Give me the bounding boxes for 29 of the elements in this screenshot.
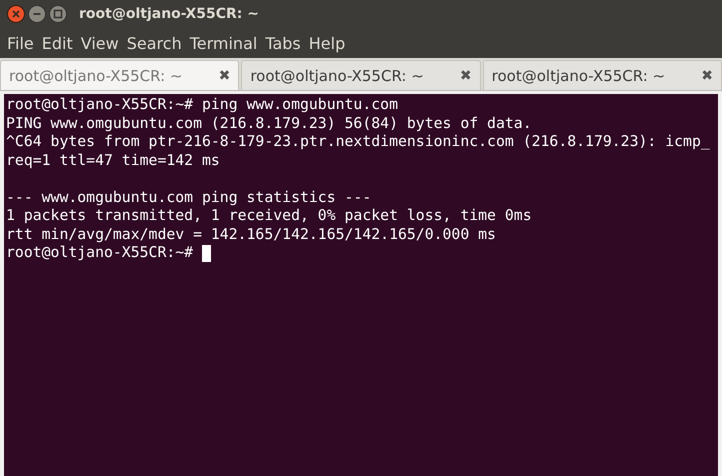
- terminal-prompt: root@oltjano-X55CR:~#: [6, 244, 194, 262]
- tab[interactable]: root@oltjano-X55CR: ~ ✖: [0, 60, 240, 90]
- terminal-line: --- www.omgubuntu.com ping statistics ---: [6, 188, 372, 207]
- terminal-line: root@oltjano-X55CR:~# ping www.omgubuntu.com: [6, 96, 398, 114]
- tab-label: root@oltjano-X55CR: ~: [492, 66, 666, 84]
- tab-label: root@oltjano-X55CR: ~: [250, 66, 424, 84]
- tab[interactable]: root@oltjano-X55CR: ~ ✖: [241, 60, 481, 90]
- terminal-line: PING www.omgubuntu.com (216.8.179.23) 56(84) bytes of data.: [6, 114, 532, 133]
- menu-item[interactable]: Tabs: [261, 34, 305, 52]
- window-title: root@oltjano-X55CR: ~: [79, 6, 259, 22]
- terminal-line: req=1 ttl=47 time=142 ms: [6, 152, 220, 170]
- menu-item[interactable]: Terminal: [186, 34, 262, 52]
- menu-item[interactable]: Help: [304, 34, 350, 52]
- close-icon[interactable]: [7, 5, 25, 23]
- maximize-icon[interactable]: [49, 5, 67, 23]
- menu-item[interactable]: View: [76, 34, 123, 52]
- menu-item[interactable]: Edit: [38, 34, 77, 52]
- menu-item[interactable]: Search: [122, 34, 186, 52]
- text-cursor: [202, 244, 212, 262]
- close-icon[interactable]: ✖: [460, 68, 472, 84]
- tab[interactable]: root@oltjano-X55CR: ~ ✖: [482, 60, 722, 90]
- close-icon[interactable]: ✖: [218, 68, 230, 84]
- tab-label: root@oltjano-X55CR: ~: [9, 66, 182, 84]
- terminal-line: ^C64 bytes from ptr-216-8-179-23.ptr.nextdimensioninc.com (216.8.179.23): icmp_: [6, 133, 710, 152]
- close-icon[interactable]: ✖: [701, 68, 713, 84]
- terminal-line: rtt min/avg/max/mdev = 142.165/142.165/142.165/0.000 ms: [6, 226, 496, 244]
- minimize-icon[interactable]: [28, 5, 46, 23]
- menu-item[interactable]: File: [3, 34, 38, 52]
- terminal-line: 1 packets transmitted, 1 received, 0% packet loss, time 0ms: [6, 207, 532, 226]
